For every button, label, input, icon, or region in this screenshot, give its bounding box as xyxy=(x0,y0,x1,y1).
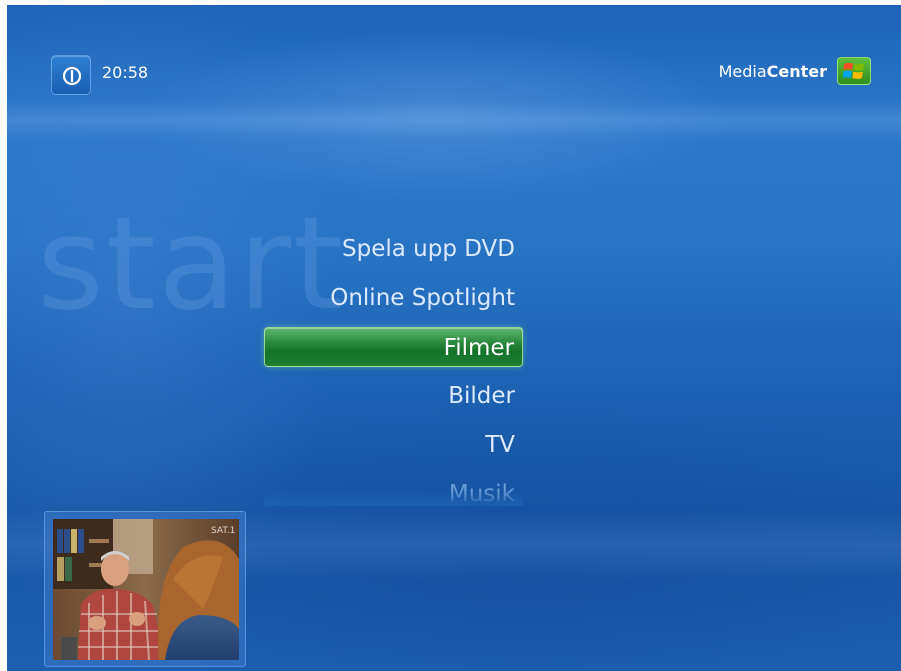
menu-item-tv[interactable]: TV xyxy=(264,425,523,465)
media-center-logo: MediaCenter xyxy=(719,56,871,86)
windows-flag-icon xyxy=(837,57,871,85)
background-light-streak xyxy=(7,100,901,140)
menu-item-online-spotlight[interactable]: Online Spotlight xyxy=(264,278,523,318)
logo-text-bold: Center xyxy=(766,61,827,81)
menu-fade-overlay xyxy=(264,490,523,506)
menu-item-filmer[interactable]: Filmer xyxy=(264,327,523,367)
menu-item-bilder[interactable]: Bilder xyxy=(264,376,523,416)
power-button[interactable] xyxy=(51,55,91,95)
power-icon xyxy=(62,66,82,86)
channel-logo: SAT.1 xyxy=(211,526,235,536)
media-center-screen: start 20:58 MediaCenter Spela upp DVD On… xyxy=(7,5,901,671)
logo-text: MediaCenter xyxy=(719,62,827,81)
logo-text-light: Media xyxy=(718,61,767,81)
clock-time: 20:58 xyxy=(102,63,149,82)
live-tv-inset[interactable]: SAT.1 xyxy=(44,511,246,667)
menu-item-spela-upp-dvd[interactable]: Spela upp DVD xyxy=(264,229,523,269)
live-tv-picture: SAT.1 xyxy=(53,519,239,660)
tv-scene-image: SAT.1 xyxy=(53,519,239,660)
